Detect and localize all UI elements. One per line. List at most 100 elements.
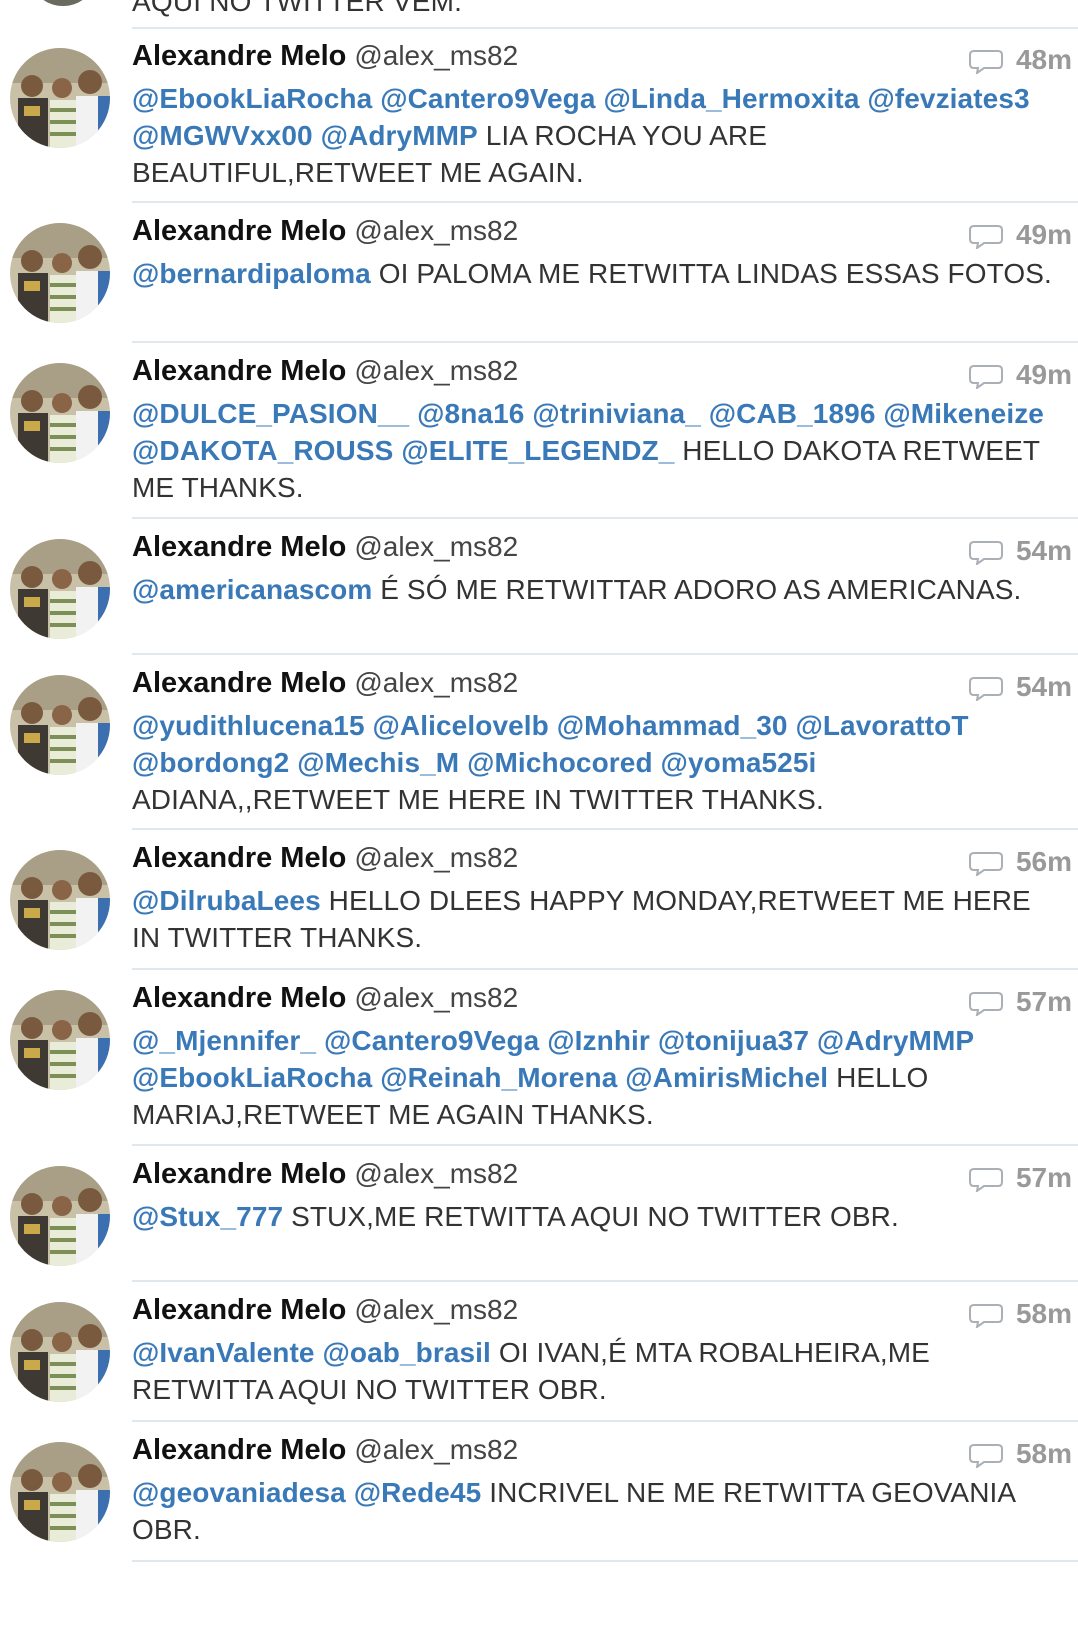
- mention-link[interactable]: @Mikeneize: [883, 398, 1044, 429]
- mention-link[interactable]: @EbookLiaRocha: [132, 1062, 372, 1093]
- mention-link[interactable]: @Mohammad_30: [557, 710, 788, 741]
- author-handle[interactable]: @alex_ms82: [354, 1434, 518, 1465]
- mention-link[interactable]: @bordong2: [132, 747, 289, 778]
- tweet[interactable]: Alexandre Melo @alex_ms82 54m @americanasco…: [0, 519, 1078, 655]
- author-handle[interactable]: @alex_ms82: [354, 982, 518, 1013]
- mention-link[interactable]: @Michocored: [467, 747, 653, 778]
- tweet[interactable]: Alexandre Melo @alex_ms82 57m @_Mjennifer_ …: [0, 970, 1078, 1146]
- tweet[interactable]: Alexandre Melo @alex_ms82 56m @DilrubaLees …: [0, 830, 1078, 970]
- mention-link[interactable]: @Alicelovelb: [373, 710, 549, 741]
- tweet[interactable]: Alexandre Melo @alex_ms82 48m @EbookLiaRoch…: [0, 28, 1078, 203]
- mention-link[interactable]: @AmirisMichel: [625, 1062, 828, 1093]
- author-name[interactable]: Alexandre Melo: [132, 215, 346, 247]
- tweet[interactable]: Alexandre Melo @alex_ms82 49m @DULCE_PASION…: [0, 343, 1078, 519]
- mention-link[interactable]: @tonijua37: [658, 1025, 809, 1056]
- mention-link[interactable]: @fevziates3: [867, 83, 1029, 114]
- mention-link[interactable]: @yoma525i: [661, 747, 817, 778]
- mention-link[interactable]: @DAKOTA_ROUSS: [132, 435, 393, 466]
- mention-link[interactable]: @bernardipaloma: [132, 258, 371, 289]
- avatar[interactable]: [10, 48, 110, 148]
- tweet[interactable]: Alexandre Melo @alex_ms82 58m @geovaniadesa…: [0, 1422, 1078, 1562]
- avatar[interactable]: [10, 990, 110, 1090]
- author-name[interactable]: Alexandre Melo: [132, 842, 346, 874]
- timestamp[interactable]: 58m: [1016, 1438, 1072, 1470]
- mention-link[interactable]: @Reinah_Morena: [380, 1062, 617, 1093]
- reply-icon[interactable]: [968, 1300, 1006, 1330]
- mention-link[interactable]: @DilrubaLees: [132, 885, 321, 916]
- timestamp[interactable]: 57m: [1016, 986, 1072, 1018]
- reply-icon[interactable]: [968, 1164, 1006, 1194]
- avatar[interactable]: [10, 1166, 110, 1266]
- mention-link[interactable]: @Rede45: [354, 1477, 482, 1508]
- mention-link[interactable]: @LavorattoT: [795, 710, 968, 741]
- author-name[interactable]: Alexandre Melo: [132, 1158, 346, 1190]
- mention-link[interactable]: @americanascom: [132, 574, 372, 605]
- timestamp[interactable]: 57m: [1016, 1162, 1072, 1194]
- avatar[interactable]: [10, 1442, 110, 1542]
- author-handle[interactable]: @alex_ms82: [354, 842, 518, 873]
- mention-link[interactable]: @Stux_777: [132, 1201, 283, 1232]
- mention-link[interactable]: @IvanValente: [132, 1337, 315, 1368]
- mention-link[interactable]: @triniviana_: [532, 398, 701, 429]
- avatar[interactable]: [10, 675, 110, 775]
- mention-link[interactable]: @_Mjennifer_: [132, 1025, 316, 1056]
- timestamp[interactable]: 56m: [1016, 846, 1072, 878]
- author-handle[interactable]: @alex_ms82: [354, 215, 518, 246]
- author-name[interactable]: Alexandre Melo: [132, 531, 346, 563]
- avatar[interactable]: [10, 223, 110, 323]
- mention-link[interactable]: @Cantero9Vega: [324, 1025, 539, 1056]
- reply-icon[interactable]: [968, 1440, 1006, 1470]
- author-name[interactable]: Alexandre Melo: [132, 40, 346, 72]
- reply-icon[interactable]: [968, 673, 1006, 703]
- timestamp[interactable]: 49m: [1016, 219, 1072, 251]
- mention-link[interactable]: @Mechis_M: [297, 747, 459, 778]
- author-name[interactable]: Alexandre Melo: [132, 1294, 346, 1326]
- timestamp[interactable]: 54m: [1016, 671, 1072, 703]
- mention-link[interactable]: @AdryMMP: [817, 1025, 974, 1056]
- author-name[interactable]: Alexandre Melo: [132, 355, 346, 387]
- timestamp[interactable]: 54m: [1016, 535, 1072, 567]
- mention-link[interactable]: @geovaniadesa: [132, 1477, 346, 1508]
- tweet-meta: 58m: [968, 1434, 1072, 1474]
- mention-link[interactable]: @Cantero9Vega: [380, 83, 595, 114]
- reply-icon[interactable]: [968, 988, 1006, 1018]
- reply-icon[interactable]: [968, 848, 1006, 878]
- avatar[interactable]: [34, 0, 92, 6]
- author-handle[interactable]: @alex_ms82: [354, 355, 518, 386]
- author-handle[interactable]: @alex_ms82: [354, 667, 518, 698]
- mention-link[interactable]: @8na16: [417, 398, 524, 429]
- avatar[interactable]: [10, 363, 110, 463]
- author-handle[interactable]: @alex_ms82: [354, 40, 518, 71]
- tweet[interactable]: Alexandre Melo @alex_ms82 58m @IvanValente …: [0, 1282, 1078, 1422]
- tweet[interactable]: Alexandre Melo @alex_ms82 54m @yudithlucena…: [0, 655, 1078, 830]
- author-name[interactable]: Alexandre Melo: [132, 1434, 346, 1466]
- mention-link[interactable]: @Linda_Hermoxita: [603, 83, 859, 114]
- reply-icon[interactable]: [968, 221, 1006, 251]
- reply-icon[interactable]: [968, 361, 1006, 391]
- tweet[interactable]: Alexandre Melo @alex_ms82 49m @bernardipalo…: [0, 203, 1078, 343]
- mention-link[interactable]: @Iznhir: [547, 1025, 650, 1056]
- reply-icon[interactable]: [968, 537, 1006, 567]
- mention-link[interactable]: @oab_brasil: [322, 1337, 490, 1368]
- timestamp[interactable]: 48m: [1016, 44, 1072, 76]
- mention-link[interactable]: @DULCE_PASION__: [132, 398, 409, 429]
- avatar[interactable]: [10, 539, 110, 639]
- author-name[interactable]: Alexandre Melo: [132, 982, 346, 1014]
- timestamp[interactable]: 58m: [1016, 1298, 1072, 1330]
- reply-icon[interactable]: [968, 46, 1006, 76]
- author-handle[interactable]: @alex_ms82: [354, 1294, 518, 1325]
- mention-link[interactable]: @yudithlucena15: [132, 710, 365, 741]
- mention-link[interactable]: @EbookLiaRocha: [132, 83, 372, 114]
- mention-link[interactable]: @AdryMMP: [321, 120, 478, 151]
- mention-link[interactable]: @CAB_1896: [709, 398, 876, 429]
- avatar[interactable]: [10, 850, 110, 950]
- author-handle[interactable]: @alex_ms82: [354, 1158, 518, 1189]
- mention-link[interactable]: @MGWVxx00: [132, 120, 313, 151]
- author-handle[interactable]: @alex_ms82: [354, 531, 518, 562]
- author-name[interactable]: Alexandre Melo: [132, 667, 346, 699]
- tweet-body: @geovaniadesa @Rede45 INCRIVEL NE ME RET…: [132, 1474, 1062, 1548]
- timestamp[interactable]: 49m: [1016, 359, 1072, 391]
- mention-link[interactable]: @ELITE_LEGENDZ_: [401, 435, 674, 466]
- tweet[interactable]: Alexandre Melo @alex_ms82 57m @Stux_777 STU…: [0, 1146, 1078, 1282]
- avatar[interactable]: [10, 1302, 110, 1402]
